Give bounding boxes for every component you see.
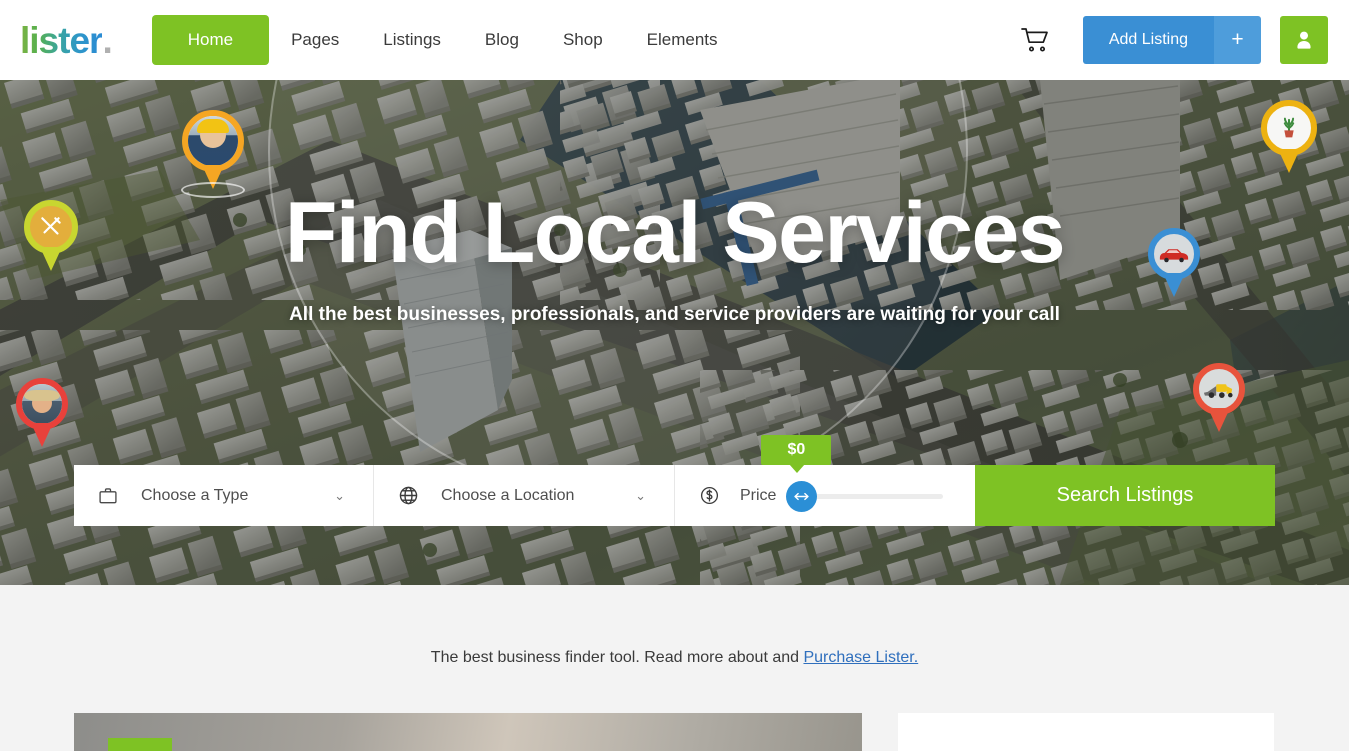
pin-tail — [1208, 408, 1230, 432]
chevron-down-icon: ⌄ — [334, 487, 345, 503]
add-listing-button[interactable]: Add Listing — [1082, 16, 1214, 64]
pin-contractor[interactable] — [181, 110, 245, 198]
logo-dot: . — [102, 19, 112, 61]
price-slider[interactable]: $0 — [761, 434, 975, 512]
type-select-label: Choose a Type — [141, 486, 249, 504]
location-select-label: Choose a Location — [441, 486, 575, 504]
briefcase-icon — [96, 484, 120, 508]
price-filter: Price $0 — [674, 434, 975, 526]
pin-shadow — [181, 182, 245, 198]
listing-search-bar: Choose a Type ⌄ Choose a Location ⌄ Pric… — [74, 434, 1275, 526]
worker-photo — [188, 116, 238, 166]
hero-subtitle: All the best businesses, professionals, … — [289, 304, 1060, 325]
globe-icon — [396, 484, 420, 508]
featured-image-card[interactable] — [74, 713, 862, 751]
content-cards — [0, 713, 1349, 751]
nav-item-shop[interactable]: Shop — [541, 15, 625, 65]
user-icon — [1297, 31, 1311, 49]
nav-item-elements[interactable]: Elements — [625, 15, 740, 65]
sidebar-card[interactable] — [898, 713, 1274, 751]
add-listing-group: Add Listing + — [1082, 16, 1261, 64]
excavator-glyph — [1203, 384, 1233, 398]
type-select[interactable]: Choose a Type ⌄ — [74, 465, 373, 526]
pin-automotive[interactable] — [1148, 228, 1200, 297]
pin-tail — [31, 423, 53, 447]
account-button[interactable] — [1280, 16, 1328, 64]
price-slider-tooltip: $0 — [761, 434, 832, 473]
nav-item-pages[interactable]: Pages — [269, 15, 361, 65]
price-slider-track[interactable] — [808, 493, 943, 499]
site-header: lister. Home Pages Listings Blog Shop El… — [0, 0, 1349, 80]
nav-item-listings[interactable]: Listings — [361, 15, 463, 65]
shopping-cart-icon — [1020, 28, 1048, 52]
add-listing-plus-button[interactable]: + — [1214, 16, 1261, 64]
left-right-arrow-icon — [794, 492, 810, 500]
pin-tail — [1278, 149, 1300, 173]
dollar-sign-icon — [697, 484, 721, 508]
nav-item-blog[interactable]: Blog — [463, 15, 541, 65]
promo-text: The best business finder tool. Read more… — [0, 649, 1349, 667]
pin-construction[interactable] — [1193, 363, 1245, 432]
search-listings-button[interactable]: Search Listings — [975, 465, 1275, 526]
site-logo[interactable]: lister. — [20, 19, 113, 61]
pin-farmer[interactable] — [16, 378, 68, 447]
car-glyph — [1159, 249, 1189, 263]
potted-plant-icon — [1261, 100, 1317, 156]
cutlery-glyph — [41, 217, 61, 235]
price-filter-label: Price — [740, 486, 777, 504]
logo-wordmark: lister — [20, 19, 103, 61]
cutlery-icon — [24, 200, 78, 254]
farmer-photo — [22, 384, 62, 424]
pin-tail — [40, 247, 62, 271]
plant-glyph — [1283, 117, 1295, 138]
pin-tail — [1163, 273, 1185, 297]
header-actions: Add Listing + — [1011, 16, 1328, 64]
lower-section: The best business finder tool. Read more… — [0, 585, 1349, 751]
cart-button[interactable] — [1011, 20, 1061, 60]
pin-restaurant[interactable] — [24, 200, 78, 271]
price-slider-handle[interactable] — [786, 480, 818, 512]
location-select[interactable]: Choose a Location ⌄ — [373, 465, 674, 526]
card-badge — [108, 738, 172, 751]
pin-gardening[interactable] — [1261, 100, 1317, 173]
main-navigation: Home Pages Listings Blog Shop Elements — [151, 15, 740, 65]
hero-title: Find Local Services — [284, 185, 1066, 281]
nav-item-home[interactable]: Home — [151, 15, 270, 65]
purchase-lister-link[interactable]: Purchase Lister. — [803, 649, 918, 666]
chevron-down-icon: ⌄ — [635, 487, 646, 503]
promo-sentence: The best business finder tool. Read more… — [430, 649, 804, 666]
worker-avatar-icon — [182, 110, 244, 172]
